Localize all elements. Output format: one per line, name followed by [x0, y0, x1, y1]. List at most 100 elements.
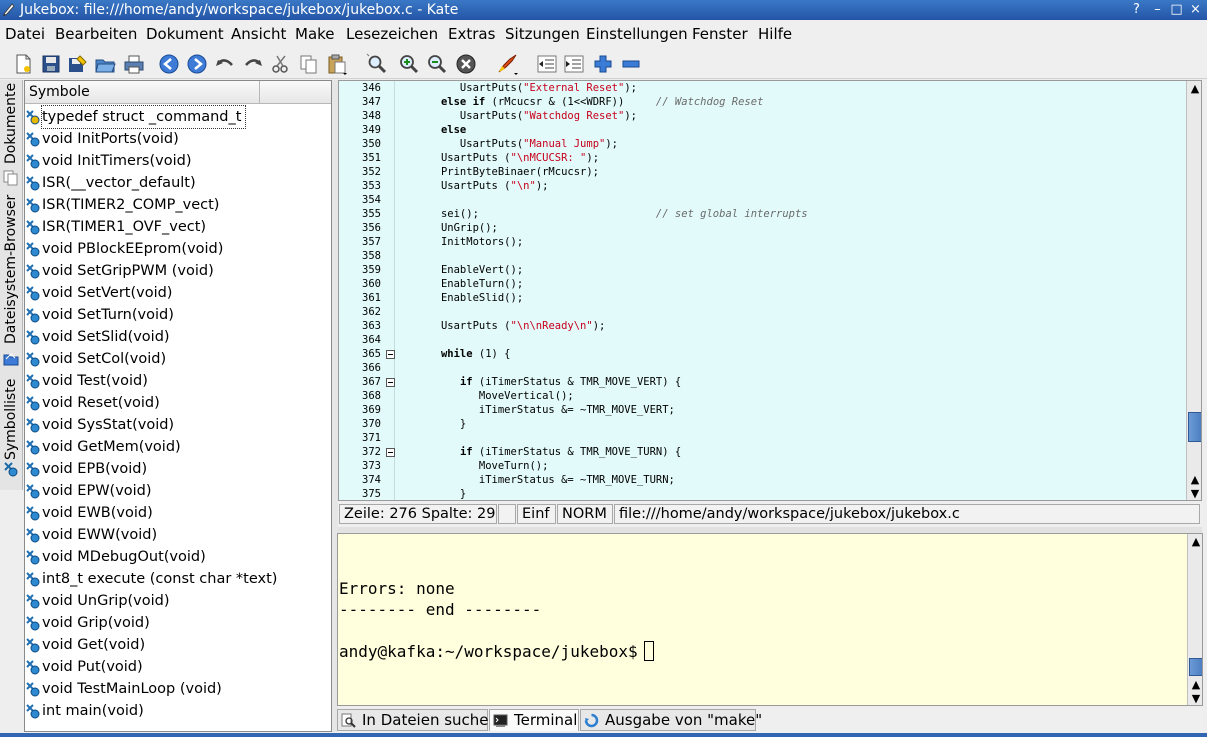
function-icon	[26, 638, 40, 653]
save-icon[interactable]	[40, 53, 62, 75]
copy-icon[interactable]	[298, 53, 320, 75]
back-icon[interactable]	[158, 53, 180, 75]
help-button[interactable]: ?	[1128, 2, 1145, 18]
print-icon[interactable]	[123, 53, 145, 75]
tab-dateisystem-browser[interactable]: Dateisystem-Browser	[0, 190, 23, 350]
title-bar[interactable]: Jukebox: file:///home/andy/workspace/juk…	[0, 0, 1207, 20]
menu-extras[interactable]: Extras	[448, 25, 495, 43]
scroll-down-icon[interactable]: ▼	[1188, 487, 1201, 500]
run-icon[interactable]	[496, 53, 518, 75]
function-icon	[26, 374, 40, 389]
insert-mode[interactable]: Einf	[517, 504, 556, 524]
symbol-item[interactable]: void SetSlid(void)	[25, 326, 331, 348]
maximize-button[interactable]: □	[1168, 2, 1185, 18]
menu-ansicht[interactable]: Ansicht	[231, 25, 286, 43]
symbol-item[interactable]: void PBlockEEprom(void)	[25, 238, 331, 260]
symbol-item[interactable]: void Put(void)	[25, 656, 331, 678]
fold-toggle-icon[interactable]	[386, 350, 395, 359]
symbol-item[interactable]: void EPW(void)	[25, 480, 331, 502]
menu-make[interactable]: Make	[295, 25, 335, 43]
zoom-in-icon[interactable]	[398, 53, 420, 75]
symbol-item[interactable]: void Grip(void)	[25, 612, 331, 634]
open-icon[interactable]	[94, 53, 116, 75]
tab-symbolliste[interactable]: Symbolliste	[0, 370, 23, 462]
code-line: sei(); // set global interrupts	[422, 208, 808, 220]
symbol-item[interactable]: int8_t execute (const char *text)	[25, 568, 331, 590]
fold-toggle-icon[interactable]	[386, 448, 395, 457]
symbol-item[interactable]: void GetMem(void)	[25, 436, 331, 458]
code-editor[interactable]: 346 347 348 349 350 351 352 353 354 355 356 357 358 3…	[338, 80, 1202, 501]
line-number: 349	[362, 124, 381, 136]
menu-hilfe[interactable]: Hilfe	[758, 25, 792, 43]
scroll-up-icon[interactable]: ▲	[1188, 82, 1201, 96]
terminal-panel[interactable]: Errors: none -------- end -------- andy@…	[337, 533, 1203, 706]
stop-icon[interactable]	[455, 53, 477, 75]
find-icon[interactable]	[366, 53, 388, 75]
symbol-item[interactable]: void SetVert(void)	[25, 282, 331, 304]
indent-icon[interactable]	[563, 53, 585, 75]
expand-icon[interactable]	[592, 53, 614, 75]
symbol-item[interactable]: void MDebugOut(void)	[25, 546, 331, 568]
tab-make-output[interactable]: Ausgabe von "make"	[580, 709, 762, 731]
menu-einstellungen[interactable]: Einstellungen	[586, 25, 688, 43]
new-file-icon[interactable]	[12, 53, 34, 75]
tab-find-in-files[interactable]: In Dateien suchen	[337, 709, 498, 731]
code-token: "Manual Jump"	[523, 138, 606, 150]
zoom-out-icon[interactable]	[426, 53, 448, 75]
close-button[interactable]: ×	[1187, 2, 1204, 18]
symbol-item[interactable]: void SetGripPWM (void)	[25, 260, 331, 282]
symbol-item[interactable]: void TestMainLoop (void)	[25, 678, 331, 700]
terminal-scrollbar[interactable]: ▲ ▲ ▼	[1187, 534, 1202, 705]
menu-fenster[interactable]: Fenster	[692, 25, 748, 43]
symbol-item[interactable]: void InitPorts(void)	[25, 128, 331, 150]
unindent-icon[interactable]	[536, 53, 558, 75]
collapse-icon[interactable]	[620, 53, 642, 75]
symbol-item[interactable]: ISR(TIMER2_COMP_vect)	[25, 194, 331, 216]
symbol-item[interactable]: void Test(void)	[25, 370, 331, 392]
redo-icon[interactable]	[242, 53, 264, 75]
symbol-item[interactable]: ISR(__vector_default)	[25, 172, 331, 194]
line-number: 371	[362, 432, 381, 444]
terminal-scroll-thumb[interactable]	[1189, 658, 1202, 676]
symbol-item[interactable]: typedef struct _command_t	[25, 105, 331, 129]
menu-datei[interactable]: Datei	[5, 25, 45, 43]
symbol-list-header[interactable]: Symbole	[25, 81, 331, 104]
terminal-scroll-up-icon[interactable]: ▲	[1189, 535, 1202, 549]
terminal-scroll-down-icon[interactable]: ▼	[1189, 692, 1202, 705]
menu-sitzungen[interactable]: Sitzungen	[505, 25, 580, 43]
code-token: (1) {	[472, 348, 511, 360]
paste-icon[interactable]	[326, 53, 348, 75]
symbol-item[interactable]: void EWB(void)	[25, 502, 331, 524]
symbol-item[interactable]: void SetTurn(void)	[25, 304, 331, 326]
symbol-item[interactable]: void Get(void)	[25, 634, 331, 656]
terminal-scroll-up-icon-lower[interactable]: ▲	[1189, 678, 1202, 692]
fold-toggle-icon[interactable]	[386, 378, 395, 387]
symbol-item[interactable]: void EPB(void)	[25, 458, 331, 480]
menu-bearbeiten[interactable]: Bearbeiten	[55, 25, 137, 43]
symbol-item[interactable]: void EWW(void)	[25, 524, 331, 546]
symbol-item[interactable]: void InitTimers(void)	[25, 150, 331, 172]
editor-scroll-thumb[interactable]	[1188, 412, 1201, 442]
tab-terminal[interactable]: Terminal	[489, 709, 579, 731]
symbol-item[interactable]: ISR(TIMER1_OVF_vect)	[25, 216, 331, 238]
menu-dokument[interactable]: Dokument	[146, 25, 224, 43]
tab-dokumente[interactable]: Dokumente	[0, 80, 23, 166]
line-number: 363	[362, 320, 381, 332]
symbol-item[interactable]: int main(void)	[25, 700, 331, 722]
minimize-button[interactable]: –	[1149, 2, 1166, 18]
undo-icon[interactable]	[214, 53, 236, 75]
code-line: PrintByteBinaer(rMcucsr);	[422, 166, 599, 178]
save-as-icon[interactable]	[66, 53, 88, 75]
menu-lesezeichen[interactable]: Lesezeichen	[346, 25, 438, 43]
editor-scrollbar[interactable]: ▲ ▲ ▼	[1186, 81, 1201, 500]
cut-icon[interactable]	[270, 53, 292, 75]
symbol-item[interactable]: void Reset(void)	[25, 392, 331, 414]
scroll-up-icon-lower[interactable]: ▲	[1188, 473, 1201, 487]
symbol-item[interactable]: void SetCol(void)	[25, 348, 331, 370]
forward-icon[interactable]	[186, 53, 208, 75]
symbol-item[interactable]: void UnGrip(void)	[25, 590, 331, 612]
code-token: "\nMCUCSR: "	[510, 152, 587, 164]
selection-mode[interactable]: NORM	[557, 504, 613, 524]
symbol-item[interactable]: void SysStat(void)	[25, 414, 331, 436]
